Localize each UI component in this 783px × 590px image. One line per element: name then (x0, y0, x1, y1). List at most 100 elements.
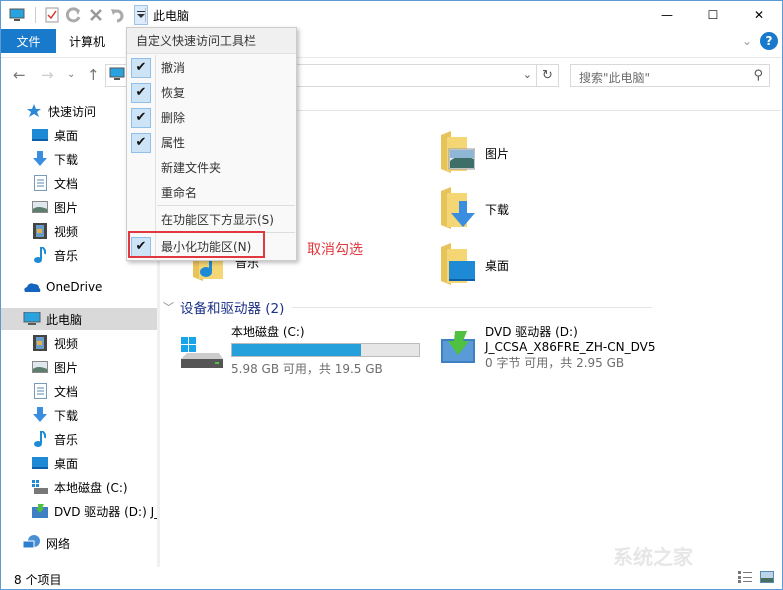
sidebar-item-pc-desktop[interactable]: 桌面 (1, 452, 157, 474)
document-icon (31, 175, 49, 191)
tab-computer[interactable]: 计算机 (69, 33, 105, 50)
devices-section-header[interactable]: ﹀ 设备和驱动器 (2) (163, 297, 653, 317)
sidebar-item-label: 文档 (54, 384, 79, 399)
redo-icon[interactable] (64, 5, 84, 25)
refresh-button[interactable]: ↻ (536, 65, 558, 86)
search-input[interactable]: 搜索"此电脑" ⚲ (570, 64, 770, 87)
computer-icon[interactable] (7, 5, 27, 25)
folder-label: 桌面 (485, 259, 510, 273)
onedrive-icon (23, 279, 41, 295)
drive-name: DVD 驱动器 (D:) (485, 325, 578, 339)
sidebar-item-dvd-drive[interactable]: DVD 驱动器 (D:) J_ (1, 500, 157, 522)
sidebar-item-pc-documents[interactable]: 文档 (1, 380, 157, 402)
sidebar-item-local-disk[interactable]: 本地磁盘 (C:) (1, 476, 157, 498)
document-icon (31, 383, 49, 399)
tab-file[interactable]: 文件 (1, 29, 56, 53)
sidebar-item-pc-videos[interactable]: 视频 (1, 332, 157, 354)
maximize-button[interactable]: ☐ (690, 1, 736, 29)
music-icon (31, 431, 49, 447)
sidebar-item-pc-downloads[interactable]: 下载 (1, 404, 157, 426)
star-icon (25, 103, 43, 119)
drive-name: 本地磁盘 (C:) (231, 325, 305, 339)
menu-separator (157, 205, 295, 206)
menu-item-label: 重命名 (161, 186, 198, 200)
picture-icon (31, 359, 49, 375)
menu-item-label: 删除 (161, 111, 186, 125)
window-controls: — ☐ ✕ (644, 1, 782, 29)
sidebar-item-label: 视频 (54, 224, 79, 239)
quick-access-toolbar (7, 5, 148, 25)
folder-downloads[interactable]: 下载 (439, 187, 509, 232)
details-view-icon[interactable] (738, 571, 752, 586)
collapse-chevron-icon[interactable]: ﹀ (163, 299, 174, 315)
menu-item-undo[interactable]: ✔ 撤消 (127, 55, 296, 80)
drive-usage-fill (232, 344, 362, 356)
up-button[interactable]: ↑ (87, 66, 100, 84)
download-icon (31, 151, 49, 167)
menu-item-delete[interactable]: ✔ 删除 (127, 105, 296, 130)
ribbon-tabs: 文件 计算机 ⌄ ? (1, 29, 782, 53)
sidebar-item-network[interactable]: 网络 (1, 532, 157, 554)
address-history-chevron-icon[interactable]: ⌄ (523, 68, 532, 81)
drive-icon (31, 479, 49, 495)
back-button[interactable]: ← (13, 66, 26, 84)
dvd-drive-icon (439, 329, 477, 371)
annotation-text: 取消勾选 (307, 242, 363, 258)
sidebar-item-onedrive[interactable]: OneDrive (1, 276, 157, 298)
drive-volume-label: J_CCSA_X86FRE_ZH-CN_DV5 (485, 340, 656, 354)
sidebar-item-label: 音乐 (54, 248, 79, 263)
help-icon[interactable]: ? (760, 32, 778, 50)
search-placeholder: 搜索"此电脑" (579, 71, 651, 85)
menu-header: 自定义快速访问工具栏 (127, 28, 296, 54)
forward-button[interactable]: → (41, 66, 54, 84)
menu-item-new-folder[interactable]: 新建文件夹 (127, 155, 296, 180)
download-icon (31, 407, 49, 423)
watermark: 系统之家 (613, 545, 693, 569)
check-icon: ✔ (131, 107, 151, 128)
check-icon: ✔ (131, 82, 151, 103)
sidebar-item-label: 本地磁盘 (C:) (54, 480, 128, 495)
music-icon (31, 247, 49, 263)
menu-item-show-below-ribbon[interactable]: 在功能区下方显示(S) (127, 207, 296, 232)
large-icons-view-icon[interactable] (760, 571, 774, 586)
view-switcher (738, 571, 774, 586)
video-icon (31, 335, 49, 351)
menu-item-rename[interactable]: 重命名 (127, 180, 296, 205)
computer-icon (23, 311, 41, 327)
menu-item-label: 属性 (161, 136, 186, 150)
recent-locations-button[interactable]: ⌄ (67, 69, 75, 80)
local-disk-icon (179, 335, 223, 377)
undo-icon[interactable] (108, 5, 128, 25)
delete-icon[interactable] (86, 5, 106, 25)
sidebar-item-label: 图片 (54, 200, 79, 215)
sidebar-item-pc-music[interactable]: 音乐 (1, 428, 157, 450)
drive-d[interactable]: DVD 驱动器 (D:) J_CCSA_X86FRE_ZH-CN_DV5 0 字… (439, 323, 655, 371)
menu-item-label: 新建文件夹 (161, 161, 222, 175)
sidebar-item-label: 下载 (54, 152, 79, 167)
menu-item-label: 在功能区下方显示(S) (161, 213, 274, 227)
close-button[interactable]: ✕ (736, 1, 782, 29)
sidebar-item-label: 视频 (54, 336, 79, 351)
menu-item-redo[interactable]: ✔ 恢复 (127, 80, 296, 105)
folder-label: 下载 (485, 203, 510, 217)
folder-desktop[interactable]: 桌面 (439, 243, 509, 288)
menu-item-properties[interactable]: ✔ 属性 (127, 130, 296, 155)
sidebar-item-this-pc[interactable]: 此电脑 (1, 308, 157, 330)
sidebar-item-label: 此电脑 (46, 312, 83, 327)
properties-icon[interactable] (42, 5, 62, 25)
folder-label: 图片 (485, 147, 510, 161)
sidebar-item-label: 桌面 (54, 128, 79, 143)
minimize-button[interactable]: — (644, 1, 690, 29)
title-bar: 此电脑 — ☐ ✕ (1, 1, 782, 29)
dvd-icon (31, 503, 49, 519)
drive-c[interactable]: 本地磁盘 (C:) 5.98 GB 可用，共 19.5 GB (179, 323, 420, 377)
folder-pictures[interactable]: 图片 (439, 131, 509, 176)
desktop-icon (31, 455, 49, 471)
sidebar-item-pc-pictures[interactable]: 图片 (1, 356, 157, 378)
drive-usage-bar (231, 343, 420, 357)
menu-item-label: 撤消 (161, 61, 186, 75)
picture-icon (31, 199, 49, 215)
expand-ribbon-icon[interactable]: ⌄ (742, 34, 752, 48)
search-icon[interactable]: ⚲ (753, 68, 763, 83)
window-title: 此电脑 (153, 9, 190, 23)
